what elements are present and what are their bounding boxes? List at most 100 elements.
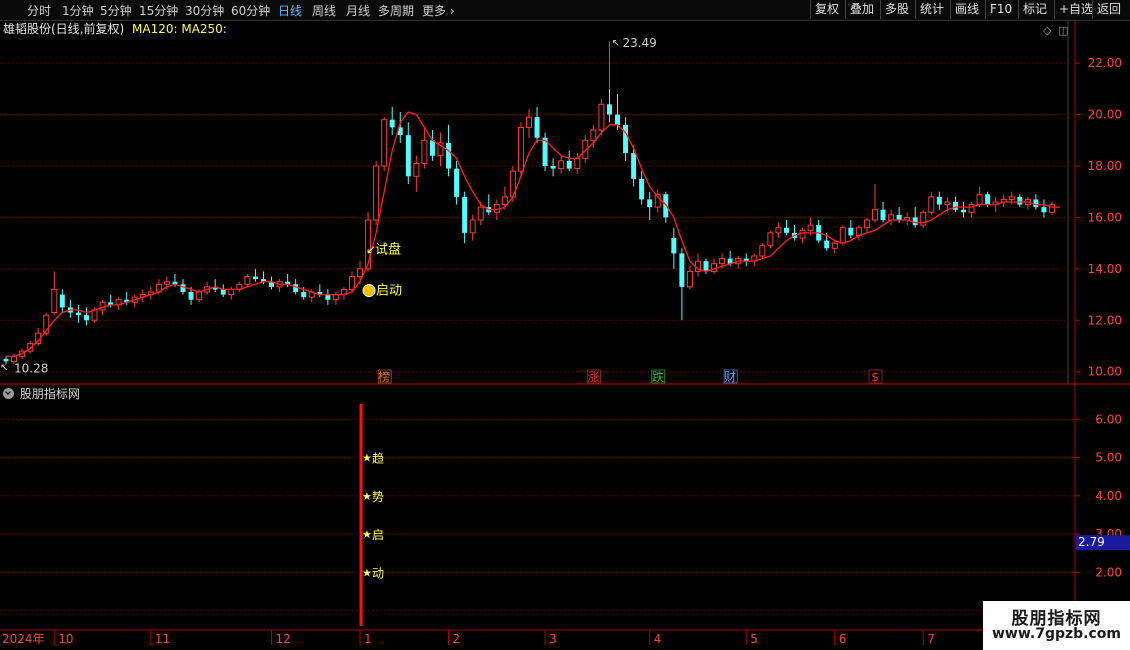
candle-body: [180, 284, 186, 292]
time-axis: 2024年 10 11 12 1 2 3 4 5 6 7: [2, 630, 935, 646]
candle-body: [848, 227, 854, 236]
candle-body: [783, 227, 789, 233]
time-tick-label: 2024年: [2, 632, 45, 646]
watermark: 股朋指标网 www.7gpzb.com: [983, 601, 1130, 650]
candle-body: [839, 227, 846, 244]
candle-body: [574, 157, 581, 170]
event-markers: 榜 涨 跌 财 $: [377, 369, 883, 384]
candle-body: [759, 245, 766, 257]
candle-body: [711, 263, 718, 272]
time-tick-label: 3: [549, 632, 557, 646]
time-tick-label: 12: [276, 632, 291, 646]
indicator-tick-label: 6.00: [1095, 412, 1122, 426]
candle-body: [639, 178, 645, 200]
candle-body: [51, 288, 58, 314]
candle-body: [91, 309, 98, 321]
candle-body: [469, 219, 476, 234]
diamond-icon[interactable]: ◇: [1043, 24, 1052, 37]
candle-body: [83, 315, 89, 321]
candle-body: [606, 104, 612, 115]
candle-body: [558, 160, 565, 170]
candle-body: [663, 194, 669, 218]
candle-body: [590, 129, 597, 141]
time-tick-label: 2: [453, 632, 461, 646]
price-tick-label: 16.00: [1088, 210, 1122, 224]
candle-body: [332, 294, 339, 301]
time-tick-label: 1: [364, 632, 372, 646]
candle-body: [824, 240, 830, 249]
time-tick-label: 7: [927, 632, 935, 646]
event-marker-label[interactable]: 财: [724, 370, 736, 384]
indicator-plot: ★ 趋★ 势★ 启★ 动: [359, 404, 384, 626]
candle-body: [944, 201, 951, 206]
candle-body: [454, 168, 460, 197]
square-icon[interactable]: ◫: [1058, 24, 1068, 37]
candle-body: [799, 229, 806, 239]
low-arrow-icon: ↖: [0, 363, 8, 374]
candle-body: [59, 294, 65, 308]
candle-body: [163, 281, 170, 285]
candle-body: [252, 276, 258, 280]
kline-chart-canvas[interactable]: 22.0020.0018.0016.0014.0012.0010.00 6.00…: [0, 0, 1130, 650]
indicator-tick-label: 5.00: [1095, 451, 1122, 465]
star-icon: ★: [362, 528, 372, 541]
candle-body: [936, 196, 942, 205]
candle-body: [952, 202, 958, 210]
watermark-url: www.7gpzb.com: [991, 626, 1121, 642]
candle-body: [381, 119, 388, 167]
indicator-axis: 6.005.004.003.002.001.002.79: [1075, 412, 1130, 618]
candle-body: [888, 214, 895, 221]
candle-body: [623, 124, 629, 154]
candle-body: [477, 206, 484, 221]
candle-body: [985, 194, 991, 205]
candle-body: [301, 292, 307, 298]
candle-body: [220, 289, 226, 295]
candle-body: [863, 219, 870, 229]
candle-body: [598, 103, 605, 131]
event-marker-label[interactable]: 榜: [378, 369, 390, 384]
star-label: 启: [372, 528, 384, 542]
time-tick-label: 11: [155, 632, 170, 646]
time-tick-label: 4: [654, 632, 662, 646]
candle-body: [566, 160, 572, 169]
candle-body: [501, 196, 508, 206]
trial-label: 试盘: [375, 241, 401, 257]
event-marker-label[interactable]: 涨: [587, 369, 599, 384]
time-tick-label: 6: [839, 632, 847, 646]
candle-body: [429, 140, 435, 156]
candle-body: [196, 291, 203, 301]
candle-body: [293, 284, 299, 292]
candle-body: [348, 276, 355, 290]
candle-body: [703, 261, 709, 272]
candle-body: [912, 217, 918, 226]
candle-body: [244, 276, 251, 285]
candle-body: [807, 224, 814, 231]
candle-body: [421, 139, 428, 164]
candle-body: [719, 258, 726, 265]
candle-body: [1017, 196, 1023, 205]
candle-body: [462, 196, 468, 233]
candle-body: [550, 166, 556, 169]
star-label: 趋: [372, 452, 384, 466]
candle-body: [1041, 207, 1047, 213]
indicator-tick-label: 4.00: [1095, 489, 1122, 503]
star-icon: ★: [362, 452, 372, 465]
money-bag-icon: [362, 284, 376, 298]
star-label: 动: [372, 566, 384, 580]
price-tick-label: 14.00: [1088, 262, 1122, 276]
candle-body: [631, 153, 637, 179]
candle-body: [526, 116, 532, 128]
candle-body: [413, 162, 420, 177]
event-marker-label[interactable]: $: [871, 370, 879, 384]
event-marker-label[interactable]: 跌: [652, 369, 664, 384]
candle-body: [871, 209, 878, 221]
price-tick-label: 22.00: [1088, 56, 1122, 70]
candle-body: [1049, 204, 1055, 213]
price-tick-label: 12.00: [1088, 313, 1122, 327]
candle-body: [1033, 199, 1039, 208]
candle-body: [389, 119, 395, 128]
candle-body: [446, 142, 452, 169]
candle-body: [99, 301, 106, 311]
time-tick-label: 10: [58, 632, 73, 646]
candle-body: [188, 292, 194, 300]
